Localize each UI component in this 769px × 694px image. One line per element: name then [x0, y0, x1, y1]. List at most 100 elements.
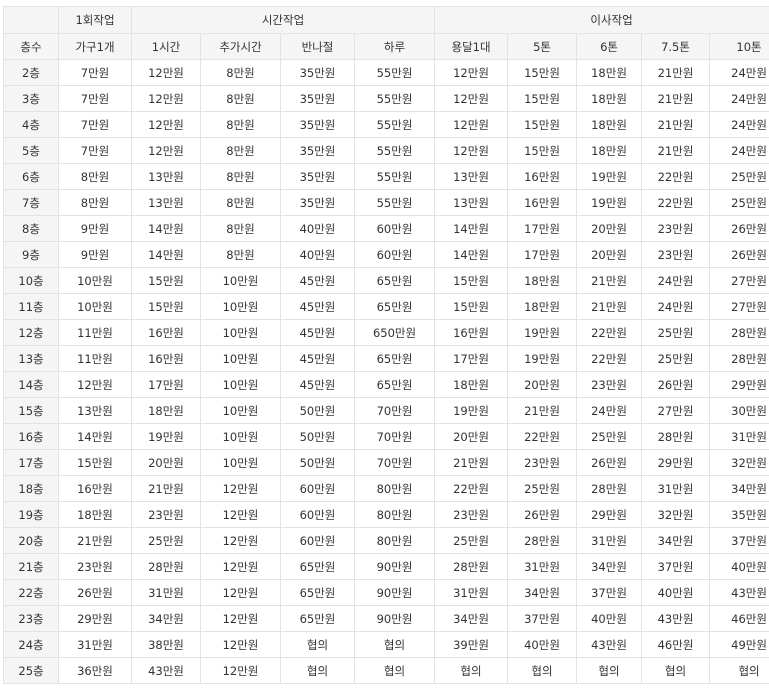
- floor-cell: 6층: [3, 163, 59, 190]
- price-cell: 43만원: [576, 631, 643, 658]
- price-cell: 13만원: [434, 189, 509, 216]
- column-header-5ton: 5톤: [507, 33, 578, 60]
- price-cell: 31만원: [58, 631, 132, 658]
- price-cell: 40만원: [507, 631, 578, 658]
- price-cell: 55만원: [353, 189, 436, 216]
- price-cell: 60만원: [280, 501, 355, 528]
- price-cell: 12만원: [58, 371, 132, 398]
- price-cell: 25만원: [131, 527, 201, 554]
- price-cell: 31만원: [507, 553, 578, 580]
- price-cell: 45만원: [280, 345, 355, 372]
- table-row: 8층 9만원 14만원 8만원 40만원 60만원 14만원 17만원 20만원 23만원 26만원: [3, 215, 769, 242]
- price-cell: 37만원: [709, 527, 769, 554]
- price-cell: 8만원: [58, 189, 132, 216]
- price-cell: 45만원: [280, 267, 355, 294]
- group-header-moving-job: 이사작업: [434, 6, 769, 34]
- price-cell: 20만원: [576, 241, 643, 268]
- price-cell: 협의: [353, 631, 436, 658]
- price-cell: 23만원: [58, 553, 132, 580]
- table-row: 19층 18만원 23만원 12만원 60만원 80만원 23만원 26만원 29만원 32만원 3…: [3, 501, 769, 528]
- column-header-full-day: 하루: [353, 33, 436, 60]
- price-cell: 7만원: [58, 85, 132, 112]
- column-header-extra-hour: 추가시간: [200, 33, 281, 60]
- price-cell: 46만원: [641, 631, 711, 658]
- group-header-floor: [3, 6, 59, 34]
- price-cell: 8만원: [200, 137, 281, 164]
- price-cell: 18만원: [576, 85, 643, 112]
- price-cell: 22만원: [434, 475, 509, 502]
- price-cell: 34만원: [641, 527, 711, 554]
- price-cell: 18만원: [131, 397, 201, 424]
- price-cell: 24만원: [709, 85, 769, 112]
- price-cell: 23만원: [131, 501, 201, 528]
- floor-cell: 23층: [3, 605, 59, 632]
- price-cell: 65만원: [353, 345, 436, 372]
- floor-cell: 21층: [3, 553, 59, 580]
- price-cell: 26만원: [709, 241, 769, 268]
- price-cell: 50만원: [280, 423, 355, 450]
- price-cell: 20만원: [576, 215, 643, 242]
- price-cell: 10만원: [200, 371, 281, 398]
- price-cell: 55만원: [353, 111, 436, 138]
- price-cell: 9만원: [58, 215, 132, 242]
- column-header-small-truck: 용달1대: [434, 33, 509, 60]
- price-cell: 27만원: [709, 267, 769, 294]
- price-cell: 16만원: [507, 163, 578, 190]
- price-cell: 34만원: [709, 475, 769, 502]
- floor-cell: 2층: [3, 59, 59, 86]
- price-cell: 20만원: [131, 449, 201, 476]
- price-cell: 35만원: [280, 163, 355, 190]
- price-cell: 10만원: [200, 345, 281, 372]
- price-cell: 25만원: [641, 319, 711, 346]
- price-cell: 협의: [280, 631, 355, 658]
- floor-cell: 5층: [3, 137, 59, 164]
- price-cell: 8만원: [200, 85, 281, 112]
- price-cell: 70만원: [353, 423, 436, 450]
- price-cell: 10만원: [58, 293, 132, 320]
- price-cell: 50만원: [280, 449, 355, 476]
- price-cell: 34만원: [507, 579, 578, 606]
- price-cell: 21만원: [507, 397, 578, 424]
- price-cell: 15만원: [434, 267, 509, 294]
- price-cell: 12만원: [434, 111, 509, 138]
- price-cell: 12만원: [200, 475, 281, 502]
- price-cell: 12만원: [200, 501, 281, 528]
- price-cell: 650만원: [353, 319, 436, 346]
- price-cell: 15만원: [507, 111, 578, 138]
- price-cell: 43만원: [709, 579, 769, 606]
- price-cell: 7만원: [58, 59, 132, 86]
- price-cell: 80만원: [353, 501, 436, 528]
- price-cell: 16만원: [434, 319, 509, 346]
- price-cell: 55만원: [353, 85, 436, 112]
- price-cell: 24만원: [641, 267, 711, 294]
- column-header-10ton: 10톤: [709, 33, 769, 60]
- price-cell: 12만원: [434, 85, 509, 112]
- floor-cell: 4층: [3, 111, 59, 138]
- floor-cell: 12층: [3, 319, 59, 346]
- price-cell: 18만원: [576, 59, 643, 86]
- price-cell: 17만원: [434, 345, 509, 372]
- price-cell: 31만원: [641, 475, 711, 502]
- price-cell: 8만원: [200, 163, 281, 190]
- price-cell: 35만원: [709, 501, 769, 528]
- price-cell: 12만원: [200, 527, 281, 554]
- floor-cell: 16층: [3, 423, 59, 450]
- table-row: 17층 15만원 20만원 10만원 50만원 70만원 21만원 23만원 26만원 29만원 3…: [3, 449, 769, 476]
- column-header-half-day: 반나절: [280, 33, 355, 60]
- price-cell: 19만원: [576, 189, 643, 216]
- price-cell: 21만원: [434, 449, 509, 476]
- price-cell: 25만원: [709, 163, 769, 190]
- floor-cell: 11층: [3, 293, 59, 320]
- price-cell: 10만원: [200, 319, 281, 346]
- price-cell: 26만원: [507, 501, 578, 528]
- price-cell: 22만원: [641, 189, 711, 216]
- price-cell: 15만원: [58, 449, 132, 476]
- price-cell: 65만원: [353, 371, 436, 398]
- price-cell: 21만원: [58, 527, 132, 554]
- price-cell: 15만원: [131, 267, 201, 294]
- price-cell: 16만원: [131, 319, 201, 346]
- table-row: 4층 7만원 12만원 8만원 35만원 55만원 12만원 15만원 18만원 21만원 24만원: [3, 111, 769, 138]
- price-cell: 28만원: [641, 423, 711, 450]
- price-cell: 28만원: [709, 319, 769, 346]
- price-cell: 협의: [507, 657, 578, 684]
